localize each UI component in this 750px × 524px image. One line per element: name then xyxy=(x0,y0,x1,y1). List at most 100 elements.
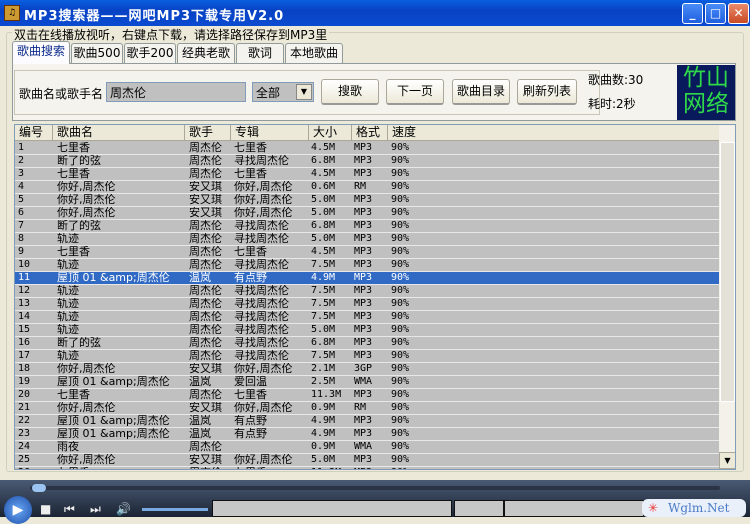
table-row[interactable]: 13 轨迹 周杰伦 寻找周杰伦 7.5M MP3 90% xyxy=(15,298,719,311)
table-row[interactable]: 16 断了的弦 周杰伦 寻找周杰伦 6.8M MP3 90% xyxy=(15,337,719,350)
close-button[interactable]: ✕ xyxy=(728,3,749,24)
cell-song: 轨迹 xyxy=(57,311,79,323)
catalog-button[interactable]: 歌曲目录 xyxy=(452,79,510,105)
table-row[interactable]: 15 轨迹 周杰伦 寻找周杰伦 5.0M MP3 90% xyxy=(15,324,719,337)
cell-size: 2.5M xyxy=(311,376,336,387)
table-row[interactable]: 10 轨迹 周杰伦 寻找周杰伦 7.5M MP3 90% xyxy=(15,259,719,272)
table-row[interactable]: 24 雨夜 周杰伦 0.9M WMA 90% xyxy=(15,441,719,454)
cell-album: 寻找周杰伦 xyxy=(234,337,289,349)
table-header: 编号 歌曲名 歌手 专辑 大小 格式 速度 xyxy=(15,125,719,141)
seek-thumb[interactable] xyxy=(32,484,46,492)
table-row[interactable]: 22 屋顶 01 &amp;周杰伦 温岚 有点野 4.9M MP3 90% xyxy=(15,415,719,428)
previous-icon[interactable]: ⏮ xyxy=(64,502,75,517)
table-row[interactable]: 4 你好,周杰伦 安又琪 你好,周杰伦 0.6M RM 90% xyxy=(15,181,719,194)
table-row[interactable]: 25 你好,周杰伦 安又琪 你好,周杰伦 5.0M MP3 90% xyxy=(15,454,719,467)
volume-slider[interactable] xyxy=(142,508,208,511)
scroll-down-icon[interactable]: ▼ xyxy=(719,452,735,469)
cell-size: 5.0M xyxy=(311,207,336,218)
table-row[interactable]: 14 轨迹 周杰伦 寻找周杰伦 7.5M MP3 90% xyxy=(15,311,719,324)
cell-speed: 90% xyxy=(391,402,410,413)
table-row[interactable]: 6 你好,周杰伦 安又琪 你好,周杰伦 5.0M MP3 90% xyxy=(15,207,719,220)
table-row[interactable]: 7 断了的弦 周杰伦 寻找周杰伦 6.8M MP3 90% xyxy=(15,220,719,233)
tab-songs-500[interactable]: 歌曲500 xyxy=(71,43,123,63)
cell-song: 七里香 xyxy=(57,168,90,180)
vertical-scrollbar[interactable]: ▼ xyxy=(719,125,735,469)
table-row[interactable]: 20 七里香 周杰伦 七里香 11.3M MP3 90% xyxy=(15,389,719,402)
cell-format: MP3 xyxy=(354,168,373,179)
col-singer[interactable]: 歌手 xyxy=(185,125,231,141)
cell-format: MP3 xyxy=(354,220,373,231)
next-page-button[interactable]: 下一页 xyxy=(386,79,444,105)
cell-speed: 90% xyxy=(391,181,410,192)
cell-speed: 90% xyxy=(391,220,410,231)
cell-size: 7.5M xyxy=(311,298,336,309)
cell-size: 4.9M xyxy=(311,272,336,283)
refresh-list-button[interactable]: 刷新列表 xyxy=(517,79,577,105)
cell-album: 有点野 xyxy=(234,415,267,427)
cell-album: 七里香 xyxy=(234,246,267,258)
tab-local-songs[interactable]: 本地歌曲 xyxy=(285,43,343,63)
cell-singer: 周杰伦 xyxy=(189,246,222,258)
col-album[interactable]: 专辑 xyxy=(231,125,309,141)
cell-size: 0.9M xyxy=(311,441,336,452)
col-song[interactable]: 歌曲名 xyxy=(53,125,185,141)
table-row[interactable]: 9 七里香 周杰伦 七里香 4.5M MP3 90% xyxy=(15,246,719,259)
table-row[interactable]: 11 屋顶 01 &amp;周杰伦 温岚 有点野 4.9M MP3 90% xyxy=(15,272,719,285)
tab-lyrics[interactable]: 歌词 xyxy=(236,43,284,63)
cell-singer: 温岚 xyxy=(189,428,211,440)
cell-singer: 安又琪 xyxy=(189,363,222,375)
category-select[interactable]: 全部 ▼ xyxy=(252,82,314,102)
stop-icon[interactable]: ■ xyxy=(40,502,51,516)
table-row[interactable]: 26七里香周杰伦七里香11.3MMP390% xyxy=(15,467,719,469)
play-icon[interactable]: ▶ xyxy=(4,496,32,524)
cell-singer: 周杰伦 xyxy=(189,337,222,349)
table-row[interactable]: 3 七里香 周杰伦 七里香 4.5M MP3 90% xyxy=(15,168,719,181)
cell-format: MP3 xyxy=(354,311,373,322)
next-icon[interactable]: ⏭ xyxy=(90,502,101,517)
col-speed[interactable]: 速度 xyxy=(388,125,719,141)
cell-number: 11 xyxy=(18,272,31,283)
table-row[interactable]: 23 屋顶 01 &amp;周杰伦 温岚 有点野 4.9M MP3 90% xyxy=(15,428,719,441)
scrollbar-thumb[interactable] xyxy=(720,142,735,402)
tab-song-search[interactable]: 歌曲搜索 xyxy=(12,41,70,64)
cell-album: 七里香 xyxy=(234,142,267,154)
table-row[interactable]: 1 七里香 周杰伦 七里香 4.5M MP3 90% xyxy=(15,142,719,155)
col-format[interactable]: 格式 xyxy=(352,125,388,141)
cell-speed: 90% xyxy=(391,285,410,296)
tab-singers-200[interactable]: 歌手200 xyxy=(124,43,176,63)
seek-bar[interactable] xyxy=(30,486,720,490)
maximize-button[interactable]: □ xyxy=(705,3,726,24)
cell-album: 有点野 xyxy=(234,428,267,440)
cell-size: 5.0M xyxy=(311,454,336,465)
table-row[interactable]: 12 轨迹 周杰伦 寻找周杰伦 7.5M MP3 90% xyxy=(15,285,719,298)
player-status-2 xyxy=(454,500,504,517)
cell-number: 7 xyxy=(18,220,25,231)
minimize-button[interactable]: _ xyxy=(682,3,703,24)
cell-song: 七里香 xyxy=(57,142,90,154)
cell-speed: 90% xyxy=(391,428,410,439)
col-number[interactable]: 编号 xyxy=(15,125,53,141)
cell-speed: 90% xyxy=(391,441,410,452)
cell-speed: 90% xyxy=(391,155,410,166)
search-button[interactable]: 搜歌 xyxy=(321,79,379,105)
star-icon: ✳ xyxy=(648,501,659,515)
table-row[interactable]: 19 屋顶 01 &amp;周杰伦 温岚 爱回温 2.5M WMA 90% xyxy=(15,376,719,389)
cell-number: 4 xyxy=(18,181,25,192)
table-row[interactable]: 17 轨迹 周杰伦 寻找周杰伦 7.5M MP3 90% xyxy=(15,350,719,363)
cell-number: 9 xyxy=(18,246,25,257)
cell-format: MP3 xyxy=(354,233,373,244)
search-input[interactable]: 周杰伦 xyxy=(106,82,246,102)
table-row[interactable]: 5 你好,周杰伦 安又琪 你好,周杰伦 5.0M MP3 90% xyxy=(15,194,719,207)
table-row[interactable]: 18 你好,周杰伦 安又琪 你好,周杰伦 2.1M 3GP 90% xyxy=(15,363,719,376)
col-size[interactable]: 大小 xyxy=(309,125,352,141)
tab-classic-songs[interactable]: 经典老歌 xyxy=(177,43,235,63)
table-row[interactable]: 21 你好,周杰伦 安又琪 你好,周杰伦 0.9M RM 90% xyxy=(15,402,719,415)
cell-speed: 90% xyxy=(391,415,410,426)
table-row[interactable]: 8 轨迹 周杰伦 寻找周杰伦 5.0M MP3 90% xyxy=(15,233,719,246)
logo: 竹山 网络 xyxy=(677,65,735,120)
table-row[interactable]: 2 断了的弦 周杰伦 寻找周杰伦 6.8M MP3 90% xyxy=(15,155,719,168)
cell-format: MP3 xyxy=(354,285,373,296)
cell-number: 26 xyxy=(18,467,52,469)
chevron-down-icon[interactable]: ▼ xyxy=(296,84,312,100)
volume-icon[interactable]: 🔊 xyxy=(116,502,131,516)
